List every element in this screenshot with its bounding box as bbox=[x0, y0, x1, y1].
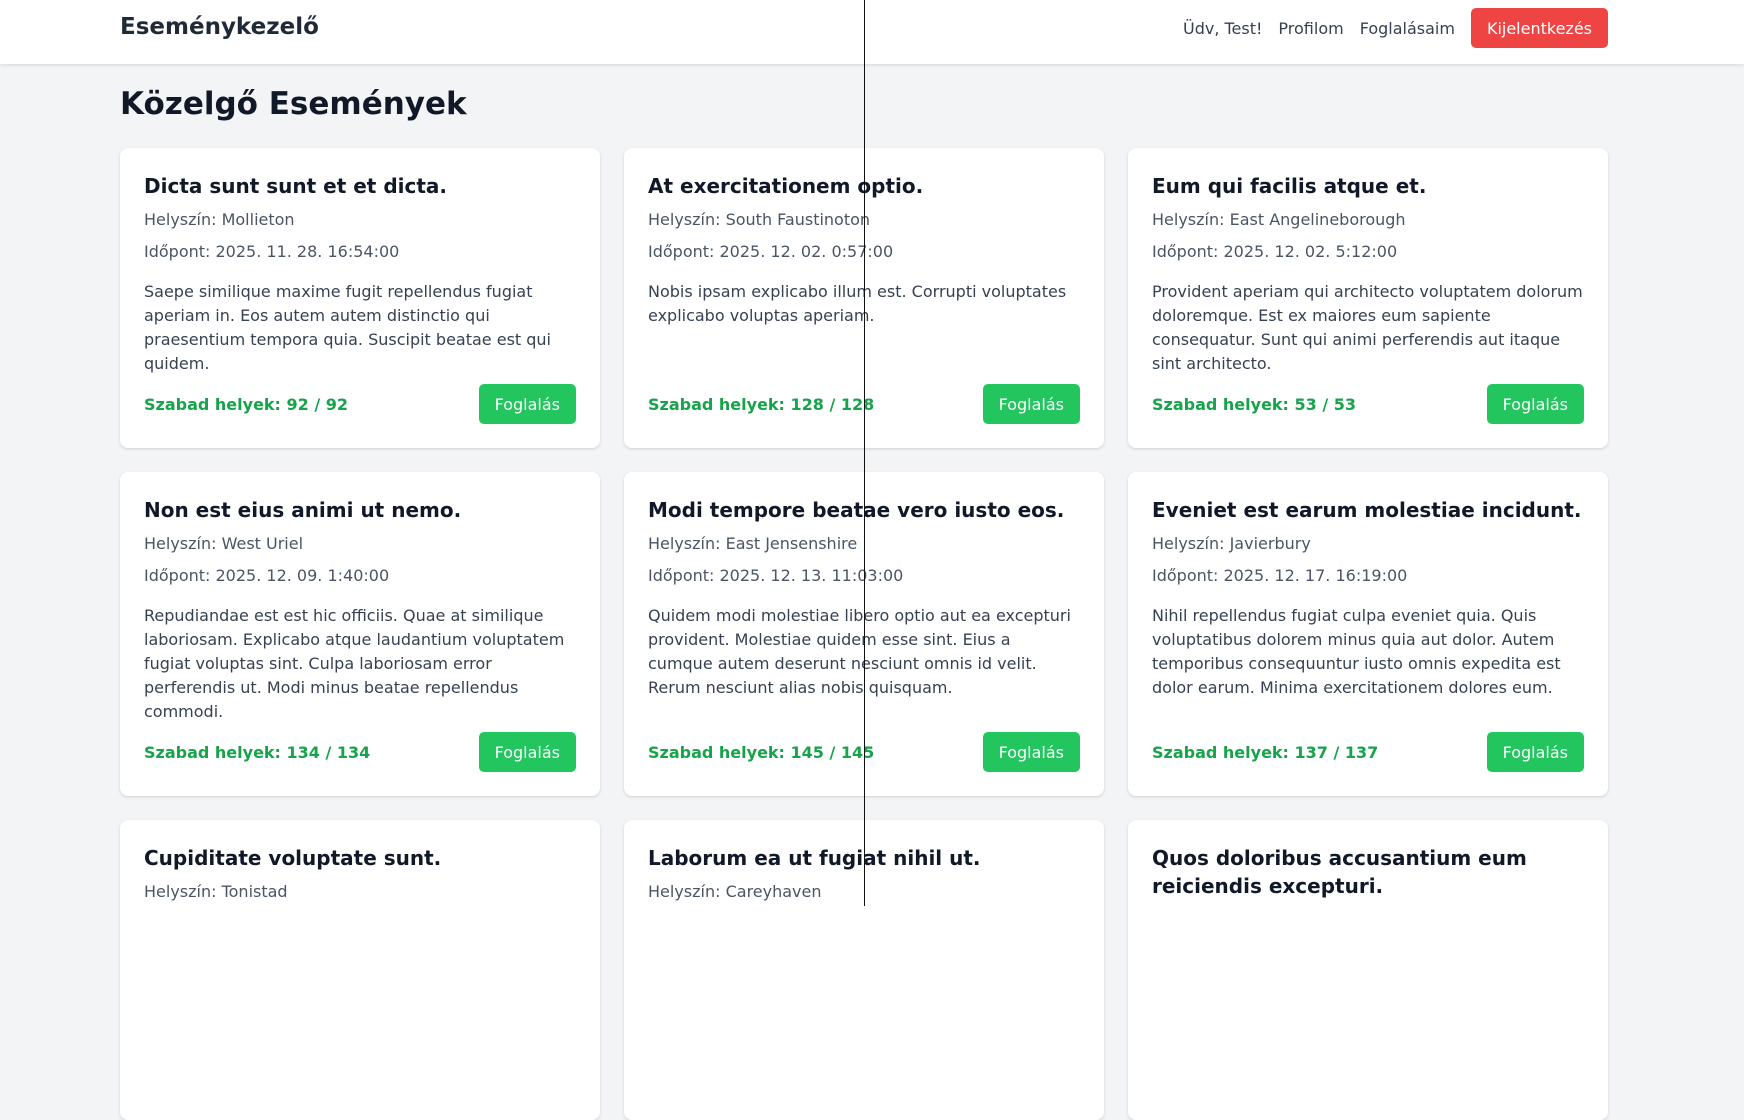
event-location: Helyszín: East Angelineborough bbox=[1152, 210, 1406, 229]
event-title: Dicta sunt sunt et et dicta. bbox=[144, 174, 447, 198]
greeting-text: Üdv, Test! bbox=[1182, 18, 1263, 38]
book-button[interactable]: Foglalás bbox=[982, 384, 1080, 424]
event-location: Helyszín: Javierbury bbox=[1152, 534, 1311, 553]
brand-logo[interactable]: Eseménykezelő bbox=[120, 14, 319, 40]
event-time: Időpont: 2025. 12. 17. 16:19:00 bbox=[1152, 566, 1408, 585]
book-button[interactable]: Foglalás bbox=[1486, 384, 1584, 424]
event-description: Repudiandae est est hic officiis. Quae a… bbox=[144, 606, 565, 721]
bookings-link[interactable]: Foglalásaim bbox=[1360, 19, 1455, 38]
profile-link[interactable]: Profilom bbox=[1278, 19, 1343, 38]
event-card: Eum qui facilis atque et. Helyszín: East… bbox=[1128, 148, 1608, 448]
event-title: Cupiditate voluptate sunt. bbox=[144, 846, 442, 870]
event-description: Nihil repellendus fugiat culpa eveniet q… bbox=[1152, 606, 1561, 697]
event-card: Quos doloribus accusantium eum reiciendi… bbox=[1128, 820, 1608, 1120]
page-title: Közelgő Események bbox=[120, 86, 467, 122]
navbar: Eseménykezelő Üdv, Test! Profilom Foglal… bbox=[0, 0, 1744, 64]
event-location: Helyszín: Tonistad bbox=[144, 882, 288, 901]
event-time: Időpont: 2025. 11. 28. 16:54:00 bbox=[144, 242, 400, 261]
event-title: Eveniet est earum molestiae incidunt. bbox=[1152, 498, 1582, 522]
event-seats: Szabad helyek: 92 / 92 bbox=[144, 394, 349, 414]
event-description: Provident aperiam qui architecto volupta… bbox=[1152, 282, 1583, 373]
event-title: Quos doloribus accusantium eum reiciendi… bbox=[1152, 846, 1527, 898]
event-card: Dicta sunt sunt et et dicta. Helyszín: M… bbox=[120, 148, 600, 448]
book-button[interactable]: Foglalás bbox=[478, 384, 576, 424]
book-button[interactable]: Foglalás bbox=[982, 732, 1080, 772]
event-title: Eum qui facilis atque et. bbox=[1152, 174, 1427, 198]
event-seats: Szabad helyek: 137 / 137 bbox=[1152, 742, 1379, 762]
vertical-divider-line bbox=[864, 0, 865, 906]
event-seats: Szabad helyek: 134 / 134 bbox=[144, 742, 371, 762]
event-card: Eveniet est earum molestiae incidunt. He… bbox=[1128, 472, 1608, 796]
event-seats: Szabad helyek: 128 / 128 bbox=[648, 394, 875, 414]
event-description: Saepe similique maxime fugit repellendus… bbox=[144, 282, 551, 373]
event-seats: Szabad helyek: 53 / 53 bbox=[1152, 394, 1357, 414]
event-card: Cupiditate voluptate sunt. Helyszín: Ton… bbox=[120, 820, 600, 1120]
event-footer: Szabad helyek: 53 / 53 Foglalás bbox=[1152, 384, 1584, 424]
nav-right: Üdv, Test! Profilom Foglalásaim Kijelent… bbox=[1183, 8, 1608, 48]
book-button[interactable]: Foglalás bbox=[478, 732, 576, 772]
book-button[interactable]: Foglalás bbox=[1486, 732, 1584, 772]
event-location: Helyszín: West Uriel bbox=[144, 534, 304, 553]
event-footer: Szabad helyek: 137 / 137 Foglalás bbox=[1152, 732, 1584, 772]
event-time: Időpont: 2025. 12. 02. 5:12:00 bbox=[1152, 242, 1398, 261]
event-title: Non est eius animi ut nemo. bbox=[144, 498, 462, 522]
event-footer: Szabad helyek: 134 / 134 Foglalás bbox=[144, 732, 576, 772]
event-seats: Szabad helyek: 145 / 145 bbox=[648, 742, 875, 762]
event-location: Helyszín: Mollieton bbox=[144, 210, 295, 229]
event-card: Non est eius animi ut nemo. Helyszín: We… bbox=[120, 472, 600, 796]
event-footer: Szabad helyek: 92 / 92 Foglalás bbox=[144, 384, 576, 424]
logout-button[interactable]: Kijelentkezés bbox=[1470, 8, 1608, 48]
event-time: Időpont: 2025. 12. 09. 1:40:00 bbox=[144, 566, 390, 585]
